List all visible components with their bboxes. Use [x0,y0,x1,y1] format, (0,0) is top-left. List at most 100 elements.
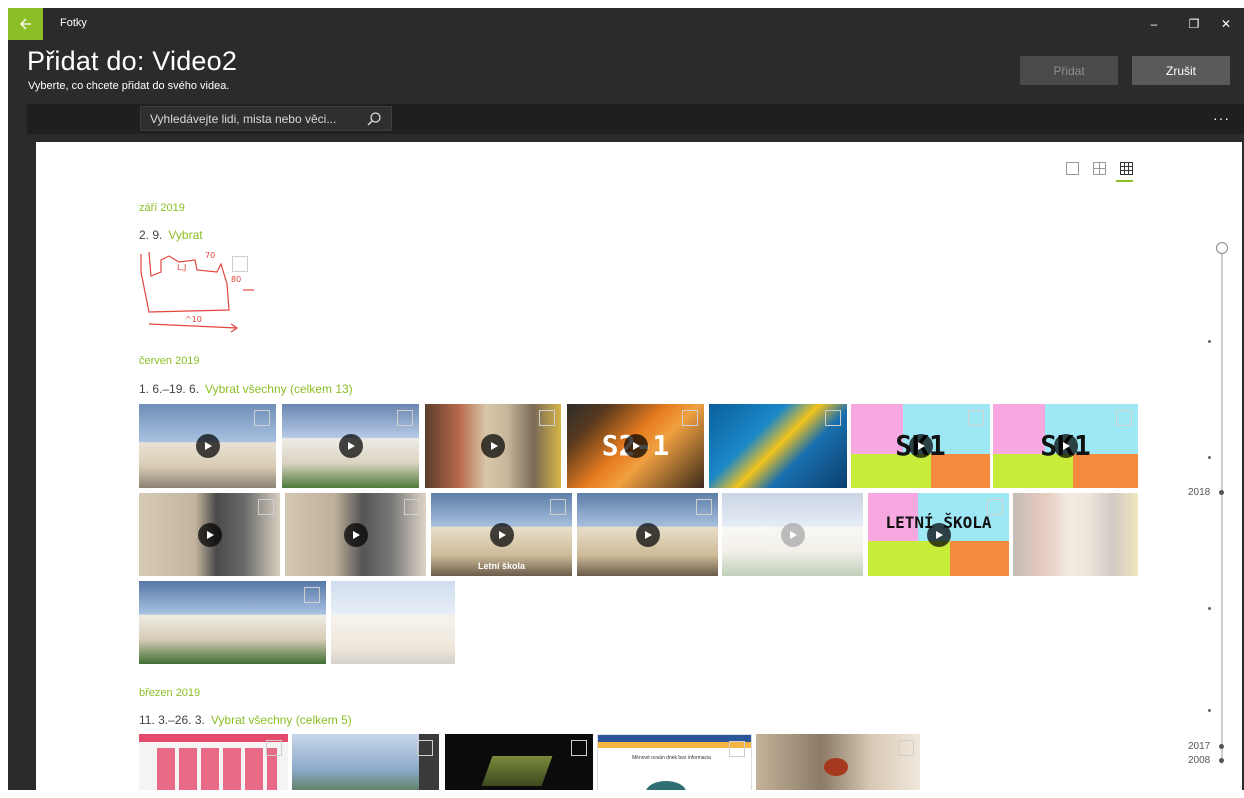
select-checkbox[interactable] [417,740,433,756]
photo-thumb[interactable]: L,J 70 80 ^10 [139,250,254,338]
date-range-row: 2. 9. Vybrat [139,228,203,242]
screenshot-thumb[interactable] [139,734,288,790]
timeline-marker [1208,456,1211,459]
title-bar: Fotky – ❐ ✕ [8,8,1244,40]
date-range-row: 1. 6.–19. 6. Vybrat všechny (celkem 13) [139,382,353,396]
photos-window: Fotky – ❐ ✕ Přidat do: Video2 Vyberte, c… [8,8,1244,790]
svg-text:80: 80 [231,275,241,284]
select-checkbox[interactable] [729,741,745,757]
svg-text:70: 70 [205,251,215,260]
minimize-button[interactable]: – [1132,8,1176,40]
timeline-marker [1208,340,1211,343]
thumb-caption: Letní škola [477,561,525,571]
date-range: 1. 6.–19. 6. [139,382,200,396]
video-thumb[interactable] [139,493,280,576]
select-checkbox[interactable] [550,499,566,515]
select-checkbox[interactable] [825,410,841,426]
timeline-year-dot [1219,490,1224,495]
page-title: Přidat do: Video2 [27,46,238,76]
select-checkbox[interactable] [682,410,698,426]
timeline-track[interactable] [1221,254,1223,764]
add-button[interactable]: Přidat [1020,56,1118,85]
select-checkbox[interactable] [266,740,282,756]
date-range-row: 11. 3.–26. 3. Vybrat všechny (celkem 5) [139,713,352,727]
video-thumb[interactable] [722,493,863,576]
play-icon [623,434,648,458]
select-all-link[interactable]: Vybrat všechny (celkem 5) [211,713,352,727]
play-icon [908,434,933,458]
screenshot-thumb[interactable] [445,734,593,790]
search-input[interactable]: Vyhledávejte lidi, mista nebo věci... [140,106,392,131]
document-title: Měnové oceán dnek bez informacia [632,755,711,761]
timeline-year-label[interactable]: 2008 [1188,755,1210,766]
video-thumb[interactable]: SK1 [851,404,990,488]
photo-thumb[interactable] [709,404,847,488]
video-thumb[interactable] [756,734,920,790]
back-arrow-icon [19,18,31,30]
select-checkbox[interactable] [539,410,555,426]
cancel-button[interactable]: Zrušit [1132,56,1230,85]
date-range: 11. 3.–26. 3. [139,713,205,727]
date-range: 2. 9. [139,228,163,242]
photo-thumb[interactable] [1013,493,1138,576]
video-thumb[interactable] [577,493,718,576]
app-name: Fotky [60,17,87,29]
select-checkbox[interactable] [968,410,984,426]
video-thumb[interactable]: LETNÍ ŠKOLA [868,493,1009,576]
play-icon [481,434,505,458]
select-all-link[interactable]: Vybrat všechny (celkem 13) [205,382,353,396]
select-checkbox[interactable] [404,499,420,515]
select-checkbox[interactable] [987,499,1003,515]
select-checkbox[interactable] [232,256,248,272]
photo-thumb[interactable] [139,581,326,664]
select-checkbox[interactable] [898,740,914,756]
select-checkbox[interactable] [571,740,587,756]
play-icon [635,522,660,547]
timeline-year-label[interactable]: 2018 [1188,487,1210,498]
photo-thumb[interactable] [331,581,455,664]
play-icon [1053,434,1078,458]
small-view-icon[interactable] [1120,162,1133,175]
timeline-year-dot [1219,758,1224,763]
play-icon [489,522,514,547]
select-link[interactable]: Vybrat [168,228,202,242]
video-thumb[interactable]: Letní škola [431,493,572,576]
play-icon [780,522,805,547]
medium-view-icon[interactable] [1093,162,1106,175]
video-thumb[interactable] [285,493,426,576]
large-view-icon[interactable] [1066,162,1079,175]
video-thumb[interactable]: SK1 [993,404,1138,488]
select-checkbox[interactable] [696,499,712,515]
document-thumb[interactable]: Měnové oceán dnek bez informacia [597,734,752,790]
select-checkbox[interactable] [258,499,274,515]
play-icon [338,434,363,458]
timeline-marker [1208,607,1211,610]
view-size-switcher [1066,162,1133,175]
month-header: září 2019 [139,202,185,214]
select-checkbox[interactable] [397,410,413,426]
play-icon [343,522,368,547]
select-checkbox[interactable] [254,410,270,426]
video-thumb[interactable]: S2-1 [567,404,704,488]
close-button[interactable]: ✕ [1204,8,1244,40]
search-placeholder: Vyhledávejte lidi, mista nebo věci... [150,112,337,126]
search-icon[interactable] [366,111,382,127]
photo-gallery: září 2019 2. 9. Vybrat L,J 70 80 ^10 červ… [36,142,1242,790]
video-thumb[interactable] [282,404,419,488]
timeline-year-label[interactable]: 2017 [1188,741,1210,752]
select-checkbox[interactable] [1116,410,1132,426]
month-header: březen 2019 [139,687,201,699]
svg-text:L,J: L,J [177,263,186,272]
video-thumb[interactable] [139,404,276,488]
page-subtitle: Vyberte, co chcete přidat do svého videa… [28,80,230,92]
timeline-marker [1208,709,1211,712]
more-options-button[interactable]: ··· [1213,110,1230,126]
select-checkbox[interactable] [304,587,320,603]
screenshot-thumb[interactable] [292,734,439,790]
play-icon [926,522,951,547]
play-icon [195,434,220,458]
toolbar: Vyhledávejte lidi, mista nebo věci... ··… [27,104,1244,134]
back-button[interactable] [8,8,43,40]
video-thumb[interactable] [425,404,561,488]
timeline-start-handle[interactable] [1216,242,1228,254]
